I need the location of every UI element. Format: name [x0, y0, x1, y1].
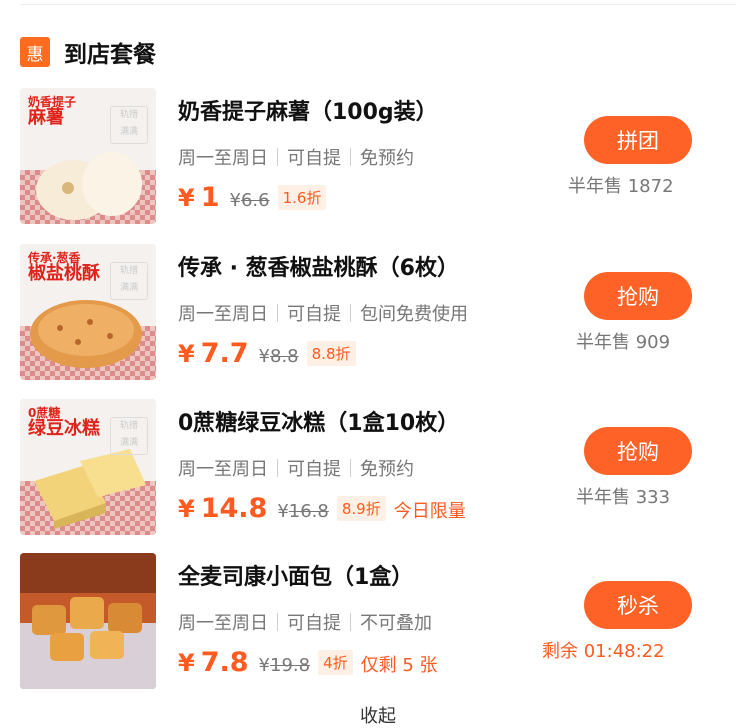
tag: 周一至周日 — [178, 304, 268, 325]
product-tags: 周一至周日 可自提 免预约 — [178, 144, 414, 170]
scone-image — [20, 553, 156, 689]
top-divider — [20, 4, 736, 5]
product-thumbnail[interactable]: 0蔗糖 绿豆冰糕 轨措 满满 — [20, 399, 156, 535]
tag: 免预约 — [360, 459, 414, 480]
sales-count: 半年售 333 — [576, 487, 671, 508]
product-tags: 周一至周日 可自提 不可叠加 — [178, 609, 432, 635]
original-price: ¥6.6 — [229, 190, 270, 211]
limited-label: 今日限量 — [393, 501, 466, 522]
discount-badge-icon: 惠 — [20, 37, 50, 67]
deal-item[interactable]: 全麦司康小面包（1盒） 周一至周日 可自提 不可叠加 ¥7.8 ¥19.8 4折… — [20, 553, 720, 689]
discount-badge: 4折 — [318, 650, 353, 675]
discount-badge: 1.6折 — [277, 185, 327, 210]
tag: 免预约 — [360, 148, 414, 169]
product-title[interactable]: 奶香提子麻薯（100g装） — [178, 94, 438, 126]
original-price: ¥19.8 — [258, 655, 311, 676]
thumbnail-label: 0蔗糖 绿豆冰糕 — [28, 406, 100, 439]
current-price: ¥14.8 — [178, 493, 268, 524]
watermark: 轨措 满满 — [110, 417, 148, 455]
thumbnail-label: 奶香提子 麻薯 — [28, 95, 77, 128]
tag: 包间免费使用 — [360, 304, 468, 325]
current-price: ¥1 — [178, 182, 220, 213]
tag: 周一至周日 — [178, 148, 268, 169]
product-thumbnail[interactable] — [20, 553, 156, 689]
price-row: ¥7.8 ¥19.8 4折 仅剩 5 张 — [178, 647, 438, 678]
tag: 周一至周日 — [178, 459, 268, 480]
tag: 可自提 — [287, 613, 341, 634]
original-price: ¥8.8 — [258, 346, 299, 367]
product-title[interactable]: 全麦司康小面包（1盒） — [178, 559, 413, 591]
sales-count: 半年售 909 — [576, 332, 671, 353]
product-tags: 周一至周日 可自提 免预约 — [178, 455, 414, 481]
tag: 可自提 — [287, 304, 341, 325]
current-price: ¥7.7 — [178, 338, 249, 369]
product-title[interactable]: 0蔗糖绿豆冰糕（1盒10枚） — [178, 405, 459, 437]
remaining-label: 仅剩 5 张 — [360, 655, 438, 676]
price-row: ¥14.8 ¥16.8 8.9折 今日限量 — [178, 493, 466, 524]
tag: 不可叠加 — [360, 613, 432, 634]
watermark: 轨措 满满 — [110, 106, 148, 144]
original-price: ¥16.8 — [277, 501, 329, 522]
deal-item[interactable]: 传承·葱香 椒盐桃酥 轨措 满满 传承 · 葱香椒盐桃酥（6枚） 周一至周日 可自… — [20, 244, 720, 380]
buy-now-button[interactable]: 抢购 — [584, 272, 692, 320]
tag: 可自提 — [287, 148, 341, 169]
tag: 周一至周日 — [178, 613, 268, 634]
countdown-timer: 剩余 01:48:22 — [542, 641, 665, 662]
product-thumbnail[interactable]: 奶香提子 麻薯 轨措 满满 — [20, 88, 156, 224]
discount-badge: 8.8折 — [306, 341, 356, 366]
tag: 可自提 — [287, 459, 341, 480]
buy-now-button[interactable]: 抢购 — [584, 427, 692, 475]
product-title[interactable]: 传承 · 葱香椒盐桃酥（6枚） — [178, 250, 459, 282]
group-buy-button[interactable]: 拼团 — [584, 116, 692, 164]
discount-badge: 8.9折 — [336, 496, 386, 521]
deal-item[interactable]: 0蔗糖 绿豆冰糕 轨措 满满 0蔗糖绿豆冰糕（1盒10枚） 周一至周日 可自提 免… — [20, 399, 720, 535]
watermark: 轨措 满满 — [110, 262, 148, 300]
sales-count: 半年售 1872 — [568, 176, 674, 197]
section-header: 惠 到店套餐 — [20, 36, 156, 68]
product-thumbnail[interactable]: 传承·葱香 椒盐桃酥 轨措 满满 — [20, 244, 156, 380]
product-tags: 周一至周日 可自提 包间免费使用 — [178, 300, 468, 326]
collapse-link[interactable]: 收起 — [0, 702, 756, 728]
flash-sale-button[interactable]: 秒杀 — [584, 581, 692, 629]
section-title: 到店套餐 — [64, 42, 156, 68]
price-row: ¥7.7 ¥8.8 8.8折 — [178, 338, 356, 369]
current-price: ¥7.8 — [178, 647, 249, 678]
price-row: ¥1 ¥6.6 1.6折 — [178, 182, 327, 213]
deal-item[interactable]: 奶香提子 麻薯 轨措 满满 奶香提子麻薯（100g装） 周一至周日 可自提 免预约… — [20, 88, 720, 224]
thumbnail-label: 传承·葱香 椒盐桃酥 — [28, 251, 100, 284]
